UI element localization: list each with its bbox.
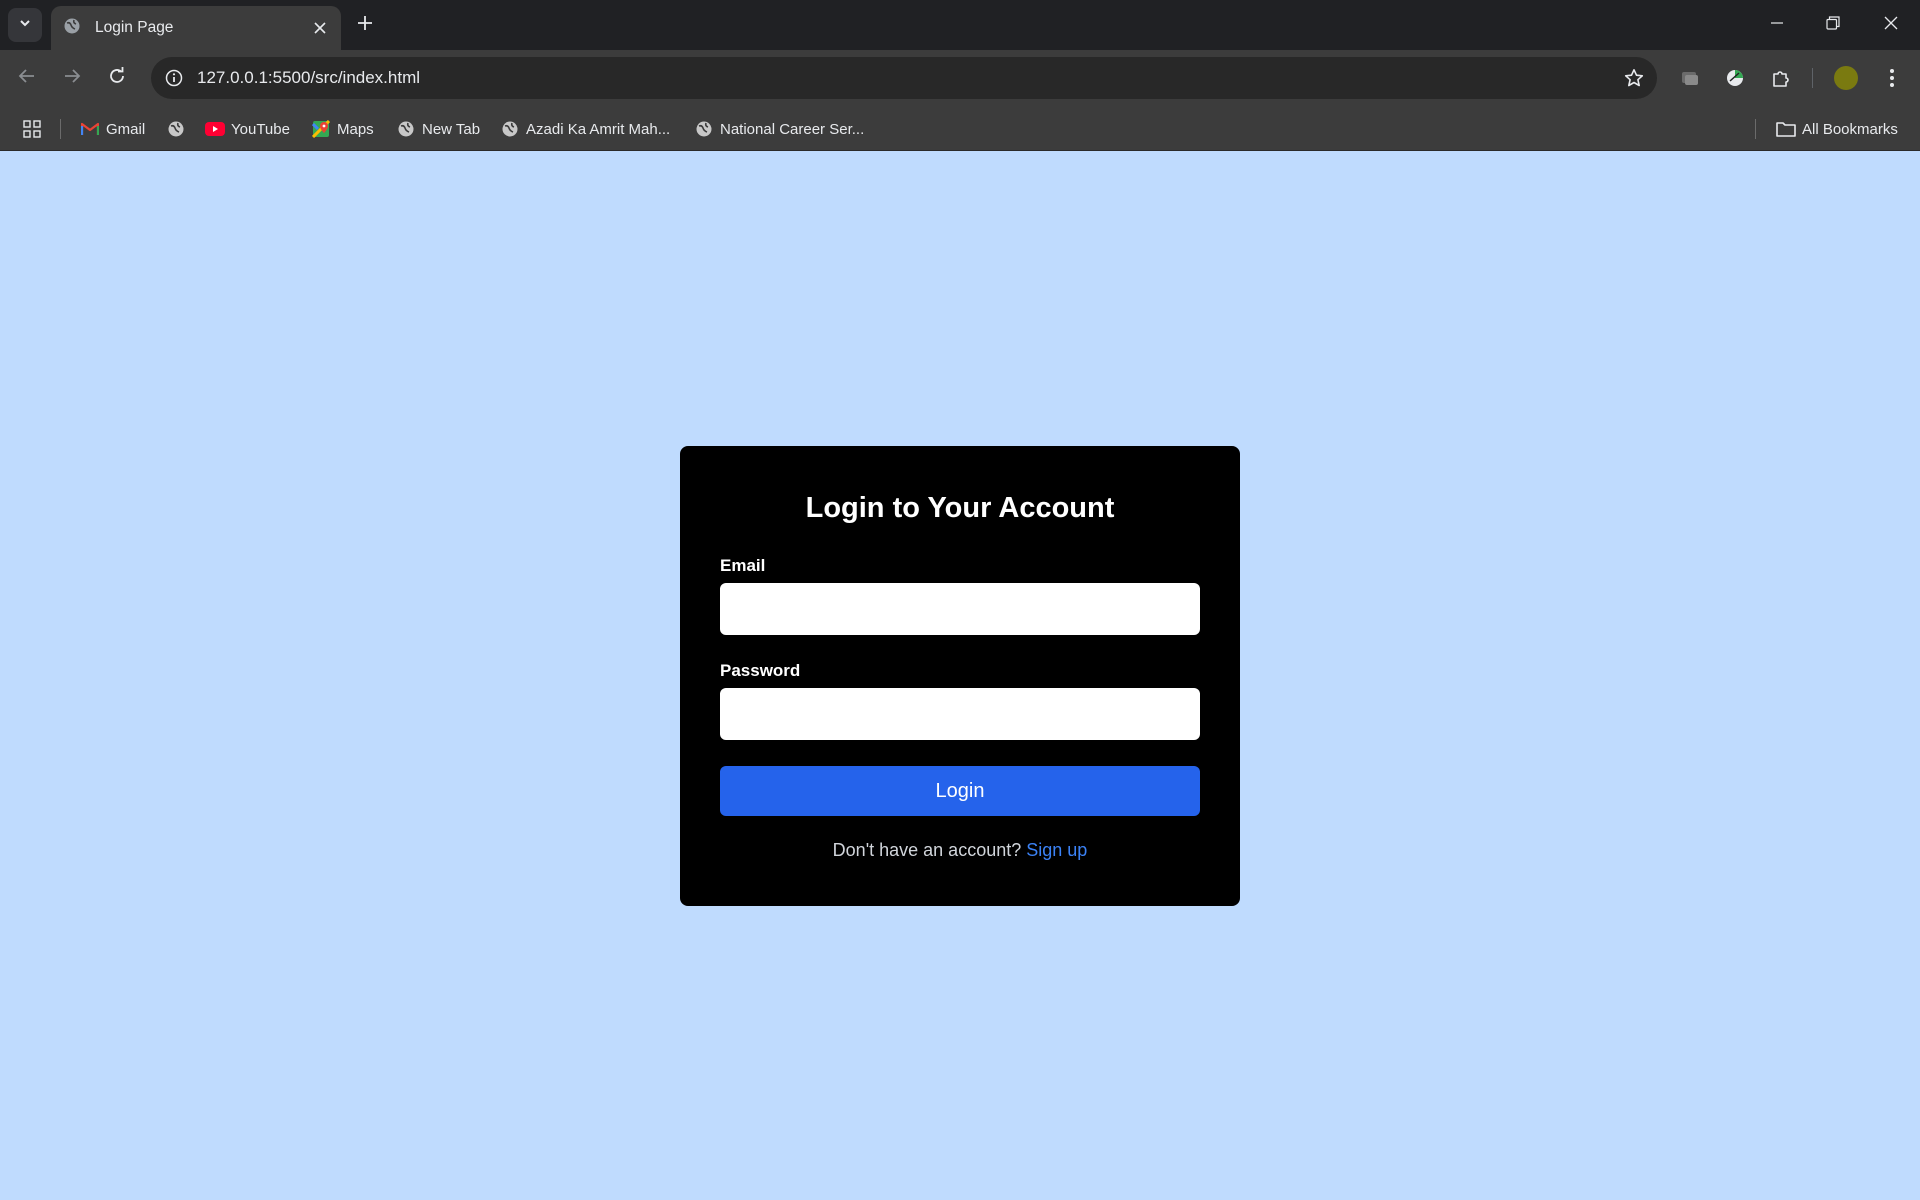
login-title: Login to Your Account <box>805 492 1115 524</box>
close-tab-icon[interactable] <box>309 17 331 39</box>
site-info-icon[interactable] <box>163 67 185 89</box>
bookmark-globe[interactable] <box>166 115 192 143</box>
folder-icon <box>1776 119 1796 139</box>
globe-icon <box>396 119 416 139</box>
page-content: Login to Your Account Email Password Log… <box>0 151 1920 1200</box>
tab-strip: Login Page <box>0 0 1920 50</box>
theme-extension-icon[interactable] <box>1719 62 1751 94</box>
apps-grid-icon[interactable] <box>20 117 44 141</box>
restore-icon <box>1826 15 1840 35</box>
minimize-icon <box>1770 16 1784 35</box>
back-button[interactable] <box>11 62 43 94</box>
arrow-right-icon <box>63 67 81 90</box>
reload-icon <box>108 66 126 90</box>
arrow-left-icon <box>18 67 36 90</box>
bookmark-label: Maps <box>337 120 374 138</box>
email-input[interactable] <box>720 583 1200 635</box>
password-label: Password <box>720 661 801 680</box>
bookmark-gmail[interactable]: Gmail <box>80 115 145 143</box>
tab-search-button[interactable] <box>8 8 42 42</box>
bookmark-label: Azadi Ka Amrit Mah... <box>526 120 671 138</box>
plus-icon <box>357 15 373 36</box>
bookmark-label: Gmail <box>106 120 146 138</box>
extensions-puzzle-icon[interactable] <box>1765 62 1797 94</box>
email-label: Email <box>720 556 766 575</box>
all-bookmarks-button[interactable]: All Bookmarks <box>1776 115 1898 143</box>
globe-icon <box>694 119 714 139</box>
forward-button[interactable] <box>56 62 88 94</box>
bookmarks-divider <box>1755 119 1756 139</box>
tab-login-page[interactable]: Login Page <box>51 6 341 50</box>
login-card: Login to Your Account Email Password Log… <box>680 446 1240 906</box>
new-tab-button[interactable] <box>352 12 378 38</box>
browser-toolbar: 127.0.0.1:5500/src/index.html <box>0 50 1920 107</box>
globe-icon <box>63 17 81 40</box>
close-window-button[interactable] <box>1876 10 1906 40</box>
login-button[interactable]: Login <box>720 766 1200 816</box>
signup-link[interactable]: Sign up <box>1026 840 1087 860</box>
bookmarks-bar: Gmail YouTube Maps New Tab Azadi Ka Amri… <box>0 107 1920 151</box>
profile-avatar[interactable] <box>1834 66 1858 90</box>
bookmark-star-icon[interactable] <box>1617 61 1651 95</box>
globe-icon <box>166 119 186 139</box>
bookmark-maps[interactable]: Maps <box>311 115 374 143</box>
bookmark-new-tab[interactable]: New Tab <box>396 115 480 143</box>
address-bar[interactable]: 127.0.0.1:5500/src/index.html <box>151 57 1657 99</box>
close-icon <box>1884 16 1898 35</box>
menu-kebab-icon[interactable] <box>1876 62 1908 94</box>
bookmark-label: New Tab <box>422 120 481 138</box>
minimize-button[interactable] <box>1762 10 1792 40</box>
password-input[interactable] <box>720 688 1200 740</box>
all-bookmarks-label: All Bookmarks <box>1802 120 1898 138</box>
tab-title: Login Page <box>95 19 174 36</box>
url-text[interactable]: 127.0.0.1:5500/src/index.html <box>197 68 1617 88</box>
bookmark-label: YouTube <box>231 120 290 138</box>
signup-prompt: Don't have an account? <box>832 840 1022 860</box>
bookmark-label: National Career Ser... <box>720 120 865 138</box>
signup-row: Don't have an account? Sign up <box>720 840 1200 861</box>
bookmark-national-career[interactable]: National Career Ser... <box>694 115 864 143</box>
youtube-icon <box>205 119 225 139</box>
bookmark-youtube[interactable]: YouTube <box>205 115 290 143</box>
bookmark-azadi[interactable]: Azadi Ka Amrit Mah... <box>500 115 670 143</box>
maps-icon <box>311 119 331 139</box>
toolbar-divider <box>1812 68 1813 88</box>
chevron-down-icon <box>18 16 32 35</box>
reload-button[interactable] <box>101 62 133 94</box>
media-extension-icon[interactable] <box>1674 62 1706 94</box>
globe-icon <box>500 119 520 139</box>
restore-button[interactable] <box>1818 10 1848 40</box>
bookmarks-divider <box>60 119 61 139</box>
gmail-icon <box>80 119 100 139</box>
